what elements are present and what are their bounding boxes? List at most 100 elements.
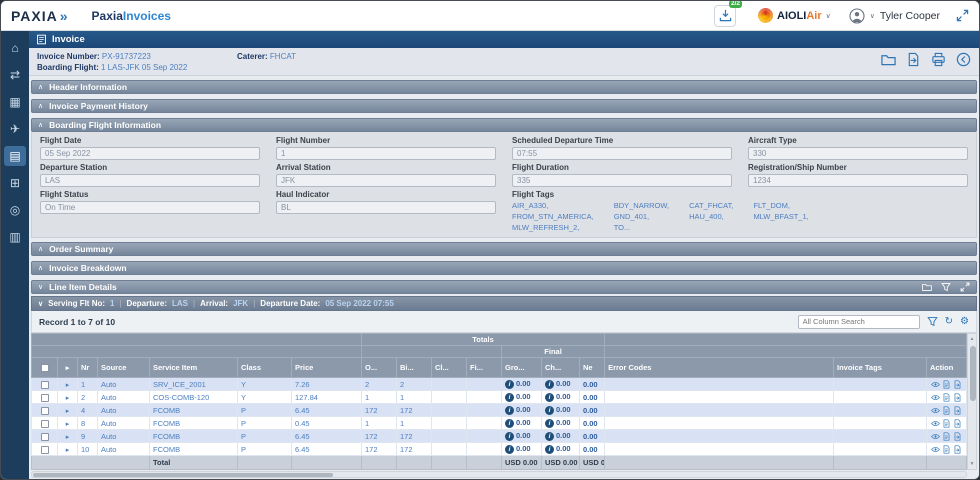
- info-icon[interactable]: i: [545, 405, 554, 415]
- boarding-flight-value[interactable]: 1 LAS-JFK 05 Sep 2022: [101, 63, 187, 72]
- cell-service-item[interactable]: COS-COMB-120: [149, 390, 238, 404]
- row-expand-icon[interactable]: ▸: [66, 447, 70, 454]
- scrollbar-thumb[interactable]: [33, 472, 333, 477]
- col-service-item[interactable]: Service Item: [149, 357, 238, 378]
- table-row[interactable]: ▸ 10 Auto FCOMB P 6.45 172 172 i 0.00 i 0.…: [31, 442, 968, 456]
- col-price[interactable]: Price: [291, 357, 362, 378]
- scheduled-departure-time-input[interactable]: 07:55: [512, 147, 732, 160]
- sidebar-item-schedule[interactable]: ▦: [4, 92, 26, 112]
- row-expand-icon[interactable]: ▸: [66, 421, 70, 428]
- export-icon[interactable]: [953, 393, 962, 402]
- sidebar-item-flights[interactable]: ✈: [4, 119, 26, 139]
- col-final[interactable]: Fi...: [466, 357, 502, 378]
- col-billed[interactable]: Bi...: [396, 357, 432, 378]
- flight-status-input[interactable]: On Time: [40, 201, 260, 214]
- cell-service-item[interactable]: FCOMB: [149, 442, 238, 456]
- info-icon[interactable]: i: [505, 392, 514, 402]
- document-icon[interactable]: [942, 432, 951, 441]
- view-icon[interactable]: [931, 406, 940, 415]
- sidebar-item-reports[interactable]: ▥: [4, 227, 26, 247]
- document-icon[interactable]: [942, 380, 951, 389]
- info-icon[interactable]: i: [505, 431, 514, 441]
- paxia-logo[interactable]: PAXIA »: [11, 8, 67, 24]
- filter-icon[interactable]: [941, 282, 951, 292]
- scrollbar-thumb[interactable]: [969, 346, 976, 401]
- flight-tag[interactable]: HAU_400,: [689, 212, 733, 221]
- table-row[interactable]: ▸ 9 Auto FCOMB P 6.45 172 172 i 0.00 i 0.0…: [31, 429, 968, 443]
- document-icon[interactable]: [942, 419, 951, 428]
- col-invoice-tags[interactable]: Invoice Tags: [832, 357, 927, 378]
- row-checkbox[interactable]: [40, 393, 49, 402]
- invoice-number-value[interactable]: PX-91737223: [102, 52, 151, 61]
- user-menu[interactable]: ∨ Tyler Cooper: [849, 8, 940, 24]
- select-all-checkbox[interactable]: [40, 364, 49, 372]
- section-header-information[interactable]: ∧ Header Information: [31, 80, 977, 94]
- col-error-codes[interactable]: Error Codes: [604, 357, 834, 378]
- cell-service-item[interactable]: FCOMB: [149, 403, 238, 417]
- flight-tag[interactable]: TO...: [614, 223, 669, 232]
- table-row[interactable]: ▸ 1 Auto SRV_ICE_2001 Y 7.26 2 2 i 0.00 i…: [31, 377, 968, 391]
- row-checkbox[interactable]: [40, 432, 49, 441]
- section-order-summary[interactable]: ∧ Order Summary: [31, 242, 977, 256]
- info-icon[interactable]: i: [505, 444, 514, 454]
- departure-station-input[interactable]: LAS: [40, 174, 260, 187]
- export-icon[interactable]: [953, 432, 962, 441]
- col-source[interactable]: Source: [97, 357, 150, 378]
- view-icon[interactable]: [931, 393, 940, 402]
- registration-ship-number-input[interactable]: 1234: [748, 174, 968, 187]
- sidebar-item-home[interactable]: ⌂: [4, 38, 26, 58]
- export-icon[interactable]: [953, 445, 962, 454]
- row-expand-icon[interactable]: ▸: [66, 434, 70, 441]
- caterer-value[interactable]: FHCAT: [270, 52, 296, 61]
- back-icon[interactable]: [956, 52, 971, 67]
- col-ordered[interactable]: O...: [361, 357, 397, 378]
- export-icon[interactable]: [953, 406, 962, 415]
- row-expand-icon[interactable]: ▸: [66, 382, 70, 389]
- col-gross[interactable]: Gro...: [501, 357, 542, 378]
- export-icon[interactable]: [953, 380, 962, 389]
- view-icon[interactable]: [931, 445, 940, 454]
- refresh-icon[interactable]: ↻: [945, 316, 953, 327]
- info-icon[interactable]: i: [545, 392, 554, 402]
- document-icon[interactable]: [942, 393, 951, 402]
- arrival-station-input[interactable]: JFK: [276, 174, 496, 187]
- col-nr[interactable]: Nr: [77, 357, 98, 378]
- row-expand-icon[interactable]: ▸: [66, 408, 70, 415]
- info-icon[interactable]: i: [545, 418, 554, 428]
- export-icon[interactable]: [953, 419, 962, 428]
- vertical-scrollbar[interactable]: ▲ ▼: [967, 333, 977, 470]
- flight-tag[interactable]: CAT_FHCAT,: [689, 201, 733, 210]
- flight-number-input[interactable]: 1: [276, 147, 496, 160]
- col-action[interactable]: Action: [925, 357, 968, 378]
- document-icon[interactable]: [942, 406, 951, 415]
- flight-duration-input[interactable]: 335: [512, 174, 732, 187]
- info-icon[interactable]: i: [545, 379, 554, 389]
- row-checkbox[interactable]: [40, 380, 49, 389]
- flight-tag[interactable]: AIR_A330,: [512, 201, 594, 210]
- fullscreen-icon[interactable]: [956, 9, 969, 22]
- row-checkbox[interactable]: [40, 419, 49, 428]
- info-icon[interactable]: i: [545, 444, 554, 454]
- document-icon[interactable]: [942, 445, 951, 454]
- table-row[interactable]: ▸ 8 Auto FCOMB P 0.45 1 1 i 0.00 i 0.00 0.…: [31, 416, 968, 430]
- scroll-up-icon[interactable]: ▲: [968, 336, 976, 342]
- cell-service-item[interactable]: SRV_ICE_2001: [149, 377, 238, 391]
- org-selector[interactable]: AIOLIAir ∨: [758, 8, 831, 23]
- info-icon[interactable]: i: [505, 379, 514, 389]
- expand-all-icon[interactable]: ▸: [66, 365, 70, 372]
- col-claimed[interactable]: Cl...: [431, 357, 467, 378]
- folder-icon[interactable]: [922, 282, 932, 292]
- view-icon[interactable]: [931, 380, 940, 389]
- info-icon[interactable]: i: [545, 431, 554, 441]
- flight-tag[interactable]: FLT_DOM,: [753, 201, 808, 210]
- filter-icon[interactable]: [927, 316, 938, 327]
- section-invoice-breakdown[interactable]: ∧ Invoice Breakdown: [31, 261, 977, 275]
- table-row[interactable]: ▸ 4 Auto FCOMB P 6.45 172 172 i 0.00 i 0.0…: [31, 403, 968, 417]
- aircraft-type-input[interactable]: 330: [748, 147, 968, 160]
- row-checkbox[interactable]: [40, 445, 49, 454]
- folder-icon[interactable]: [881, 52, 896, 67]
- expand-icon[interactable]: [960, 282, 970, 292]
- print-icon[interactable]: [931, 52, 946, 67]
- row-checkbox[interactable]: [40, 406, 49, 415]
- col-net[interactable]: Ne: [578, 357, 606, 378]
